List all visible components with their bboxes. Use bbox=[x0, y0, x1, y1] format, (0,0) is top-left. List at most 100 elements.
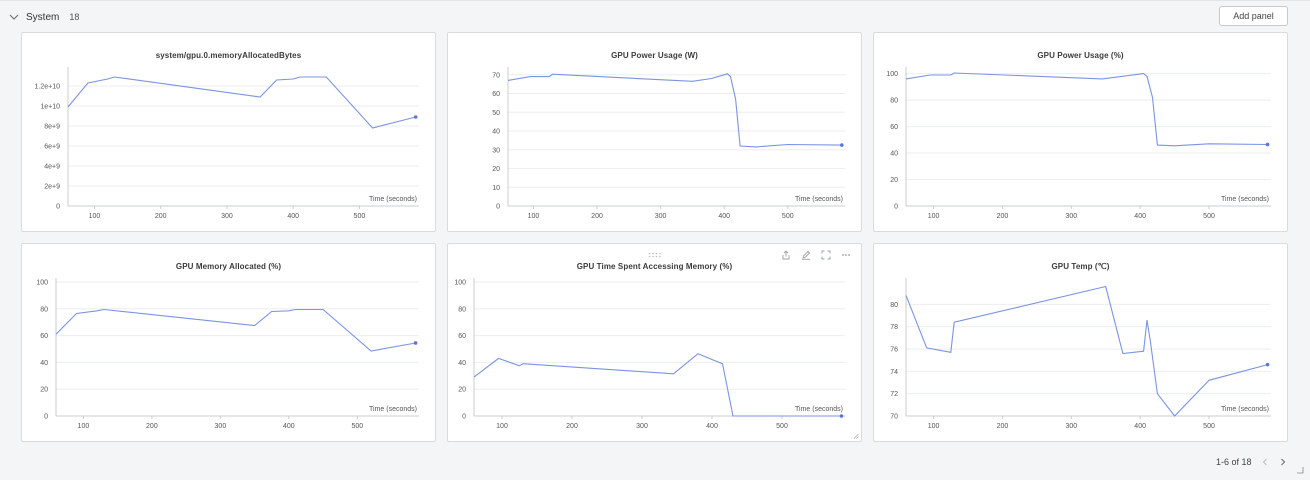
y-tick-label: 2e+9 bbox=[44, 184, 60, 191]
x-tick-label: 300 bbox=[1065, 213, 1077, 220]
x-axis-label: Time (seconds) bbox=[1221, 406, 1269, 413]
y-tick-label: 8e+9 bbox=[44, 124, 60, 131]
panel-title: GPU Memory Allocated (%) bbox=[175, 262, 282, 271]
y-tick-label: 60 bbox=[40, 333, 48, 340]
y-tick-label: 70 bbox=[492, 72, 500, 79]
chart-panel-gpu-power-usage-pct[interactable]: 0 20 40 60 80 100 100 200 300 400 500 Time (seconds… bbox=[873, 32, 1288, 232]
y-tick-label: 76 bbox=[890, 347, 898, 354]
x-tick-label: 400 bbox=[283, 423, 295, 430]
y-tick-label: 0 bbox=[894, 204, 898, 211]
x-axis-label: Time (seconds) bbox=[1221, 196, 1269, 203]
y-tick-label: 100 bbox=[454, 280, 466, 287]
x-tick-label: 500 bbox=[782, 213, 794, 220]
x-tick-label: 500 bbox=[1203, 213, 1215, 220]
y-tick-label: 70 bbox=[890, 414, 898, 421]
line-chart: 0 2e+9 4e+9 6e+9 8e+9 1e+10 1.2e+10 100 200 300 40… bbox=[35, 67, 419, 220]
chart-panel-gpu-memory-allocated-pct[interactable]: 0 20 40 60 80 100 100 200 300 400 500 Time (seconds… bbox=[21, 243, 436, 442]
x-tick-label: 200 bbox=[155, 213, 167, 220]
panel-toolbar bbox=[781, 250, 851, 260]
x-tick-label: 300 bbox=[655, 213, 667, 220]
y-tick-label: 100 bbox=[36, 280, 48, 287]
series-endpoint bbox=[1265, 362, 1270, 367]
x-tick-label: 200 bbox=[997, 423, 1009, 430]
section-header[interactable]: System 18 bbox=[8, 10, 79, 24]
y-tick-label: 78 bbox=[890, 324, 898, 331]
x-tick-label: 500 bbox=[1203, 423, 1215, 430]
y-tick-label: 40 bbox=[458, 360, 466, 367]
panel-title: GPU Time Spent Accessing Memory (%) bbox=[576, 262, 733, 271]
y-tick-label: 80 bbox=[40, 306, 48, 313]
series-endpoint bbox=[839, 414, 844, 418]
x-tick-label: 200 bbox=[591, 213, 603, 220]
y-tick-label: 40 bbox=[40, 360, 48, 367]
line-chart: 0 20 40 60 80 100 100 200 300 400 500 Time (seconds… bbox=[36, 278, 419, 430]
fullscreen-icon[interactable] bbox=[821, 250, 831, 260]
x-axis-label: Time (seconds) bbox=[795, 406, 843, 413]
drag-handle-icon[interactable] bbox=[648, 252, 662, 258]
y-tick-label: 20 bbox=[492, 166, 500, 173]
panel-title: GPU Power Usage (%) bbox=[1037, 51, 1124, 60]
chart-panel-gpu-memory-allocated-bytes[interactable]: 0 2e+9 4e+9 6e+9 8e+9 1e+10 1.2e+10 100 200 300 40… bbox=[21, 32, 436, 232]
y-tick-label: 10 bbox=[492, 185, 500, 192]
y-tick-label: 60 bbox=[492, 91, 500, 98]
chevron-down-icon[interactable] bbox=[8, 11, 20, 23]
x-tick-label: 500 bbox=[354, 213, 366, 220]
pagination-label: 1-6 of 18 bbox=[1216, 457, 1252, 467]
x-tick-label: 300 bbox=[215, 423, 227, 430]
series-line bbox=[67, 76, 416, 129]
y-tick-label: 80 bbox=[458, 306, 466, 313]
section-resize-icon[interactable] bbox=[1296, 466, 1304, 474]
x-axis-label: Time (seconds) bbox=[369, 406, 417, 413]
y-tick-label: 72 bbox=[890, 391, 898, 398]
y-tick-label: 0 bbox=[44, 414, 48, 421]
chart-panel-gpu-temp[interactable]: 70 72 74 76 78 80 100 200 300 400 500 Time (seconds… bbox=[873, 243, 1288, 442]
x-tick-label: 100 bbox=[496, 423, 508, 430]
y-tick-label: 60 bbox=[458, 333, 466, 340]
x-tick-label: 500 bbox=[776, 423, 788, 430]
x-tick-label: 100 bbox=[928, 213, 940, 220]
top-divider bbox=[0, 0, 1310, 1]
x-tick-label: 400 bbox=[1134, 213, 1146, 220]
series-line bbox=[905, 72, 1268, 147]
edit-icon[interactable] bbox=[801, 250, 811, 260]
y-tick-label: 20 bbox=[40, 387, 48, 394]
x-tick-label: 200 bbox=[997, 213, 1009, 220]
y-tick-label: 40 bbox=[890, 151, 898, 158]
chart-panel-gpu-time-accessing-memory[interactable]: 0 20 40 60 80 100 100 200 300 400 500 Time (seconds… bbox=[447, 243, 862, 442]
x-axis-label: Time (seconds) bbox=[369, 196, 417, 203]
series-line bbox=[905, 285, 1268, 417]
x-tick-label: 400 bbox=[718, 213, 730, 220]
x-tick-label: 100 bbox=[78, 423, 90, 430]
chart-panel-gpu-power-usage-w[interactable]: 0 10 20 30 40 50 60 70 100 200 300 400 500 Time (seco… bbox=[447, 32, 862, 232]
x-tick-label: 500 bbox=[352, 423, 364, 430]
x-tick-label: 200 bbox=[146, 423, 158, 430]
y-tick-label: 0 bbox=[56, 204, 60, 211]
x-axis-label: Time (seconds) bbox=[795, 196, 843, 203]
chevron-right-icon[interactable] bbox=[1278, 456, 1288, 468]
x-tick-label: 300 bbox=[636, 423, 648, 430]
line-chart: 0 20 40 60 80 100 100 200 300 400 500 Time (seconds… bbox=[454, 278, 845, 430]
series-endpoint bbox=[1265, 142, 1270, 147]
resize-grip-icon[interactable] bbox=[853, 433, 859, 439]
panel-title: system/gpu.0.memoryAllocatedBytes bbox=[155, 51, 302, 60]
y-tick-label: 1e+10 bbox=[40, 104, 60, 111]
series-endpoint bbox=[413, 341, 418, 345]
y-tick-label: 50 bbox=[492, 110, 500, 117]
line-chart: 0 10 20 30 40 50 60 70 100 200 300 400 500 Time (seco… bbox=[492, 67, 845, 220]
x-tick-label: 200 bbox=[566, 423, 578, 430]
y-tick-label: 20 bbox=[458, 387, 466, 394]
x-tick-label: 100 bbox=[89, 213, 101, 220]
x-tick-label: 400 bbox=[706, 423, 718, 430]
add-panel-button[interactable]: Add panel bbox=[1219, 6, 1288, 26]
chevron-left-icon[interactable] bbox=[1260, 456, 1270, 468]
x-tick-label: 400 bbox=[287, 213, 299, 220]
series-endpoint bbox=[413, 115, 418, 119]
series-line bbox=[55, 308, 416, 352]
x-tick-label: 100 bbox=[528, 213, 540, 220]
y-tick-label: 20 bbox=[890, 177, 898, 184]
more-options-icon[interactable] bbox=[841, 250, 851, 260]
y-tick-label: 1.2e+10 bbox=[35, 84, 61, 91]
y-tick-label: 30 bbox=[492, 147, 500, 154]
share-icon[interactable] bbox=[781, 250, 791, 260]
x-tick-label: 300 bbox=[1065, 423, 1077, 430]
